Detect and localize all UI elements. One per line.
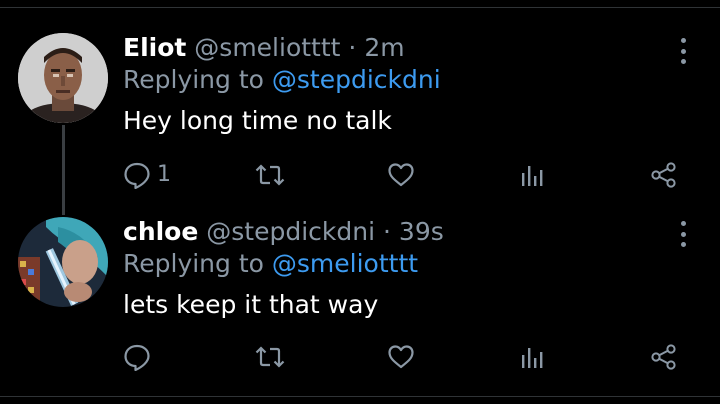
tweet-text: Hey long time no talk bbox=[123, 106, 392, 135]
reply-button[interactable] bbox=[123, 342, 157, 372]
like-button[interactable] bbox=[387, 160, 415, 190]
mention-link[interactable]: @stepdickdni bbox=[272, 65, 441, 94]
retweet-button[interactable] bbox=[255, 160, 285, 190]
like-icon bbox=[388, 345, 414, 369]
share-icon bbox=[651, 162, 676, 188]
separator-dot: · bbox=[383, 217, 391, 246]
replying-to-label: Replying to bbox=[123, 65, 272, 94]
display-name[interactable]: chloe bbox=[123, 217, 198, 246]
more-icon[interactable] bbox=[672, 38, 694, 64]
top-divider bbox=[0, 7, 720, 8]
like-button[interactable] bbox=[387, 342, 415, 372]
more-icon[interactable] bbox=[672, 221, 694, 247]
avatar[interactable] bbox=[18, 217, 108, 307]
replying-to-line: Replying to @smeliotttt bbox=[123, 249, 418, 279]
bottom-divider bbox=[0, 396, 720, 397]
reply-icon bbox=[124, 162, 150, 189]
retweet-button[interactable] bbox=[255, 342, 285, 372]
user-handle[interactable]: @smeliotttt bbox=[194, 33, 340, 62]
user-handle[interactable]: @stepdickdni bbox=[206, 217, 375, 246]
analytics-button[interactable] bbox=[519, 160, 545, 190]
tweet-header: Eliot @smeliotttt · 2m bbox=[123, 33, 405, 63]
share-icon bbox=[651, 344, 676, 370]
analytics-icon bbox=[522, 166, 543, 186]
display-name[interactable]: Eliot bbox=[123, 33, 186, 62]
timestamp[interactable]: 2m bbox=[364, 33, 404, 62]
analytics-icon bbox=[522, 348, 543, 368]
tweet-text: lets keep it that way bbox=[123, 290, 379, 319]
mention-link[interactable]: @smeliotttt bbox=[272, 249, 418, 278]
retweet-icon bbox=[255, 164, 285, 186]
thread-connector-line bbox=[62, 125, 65, 215]
replying-to-line: Replying to @stepdickdni bbox=[123, 65, 441, 95]
replying-to-label: Replying to bbox=[123, 249, 272, 278]
timestamp[interactable]: 39s bbox=[399, 217, 444, 246]
retweet-icon bbox=[255, 346, 285, 368]
avatar[interactable] bbox=[18, 33, 108, 123]
share-button[interactable] bbox=[650, 160, 678, 190]
separator-dot: · bbox=[348, 33, 357, 62]
share-button[interactable] bbox=[650, 342, 678, 372]
tweet-header: chloe @stepdickdni · 39s bbox=[123, 217, 444, 247]
analytics-button[interactable] bbox=[519, 342, 545, 372]
like-icon bbox=[388, 163, 414, 187]
reply-icon bbox=[124, 344, 150, 371]
reply-button[interactable]: 1 bbox=[123, 160, 171, 190]
reply-count: 1 bbox=[157, 162, 171, 187]
